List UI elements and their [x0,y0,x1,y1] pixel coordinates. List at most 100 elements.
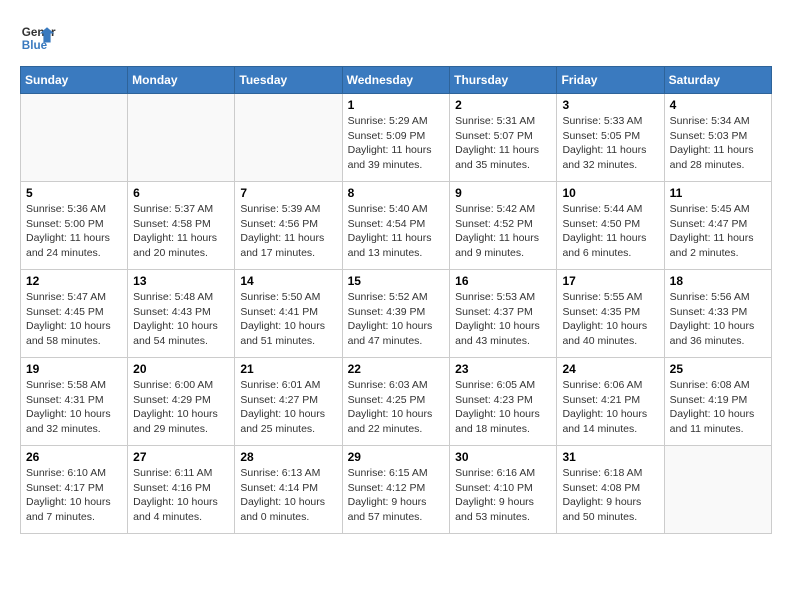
day-number: 4 [670,98,766,112]
weekday-header-wednesday: Wednesday [342,67,450,94]
logo: General Blue [20,20,56,56]
day-info: Sunrise: 6:03 AM Sunset: 4:25 PM Dayligh… [348,378,445,437]
calendar-cell: 8 Sunrise: 5:40 AM Sunset: 4:54 PM Daylig… [342,182,450,270]
day-number: 27 [133,450,229,464]
day-info: Sunrise: 5:29 AM Sunset: 5:09 PM Dayligh… [348,114,445,173]
day-info: Sunrise: 5:31 AM Sunset: 5:07 PM Dayligh… [455,114,551,173]
calendar-cell: 17Sunrise: 5:55 AM Sunset: 4:35 PM Dayli… [557,270,664,358]
week-row-1: 1 Sunrise: 5:29 AM Sunset: 5:09 PM Daylig… [21,94,772,182]
calendar-cell: 13 Sunrise: 5:48 AM Sunset: 4:43 PM Dayli… [128,270,235,358]
day-info: Sunrise: 6:15 AM Sunset: 4:12 PM Dayligh… [348,466,445,525]
day-info: Sunrise: 5:36 AM Sunset: 5:00 PM Dayligh… [26,202,122,261]
day-number: 13 [133,274,229,288]
calendar-cell [128,94,235,182]
day-number: 15 [348,274,445,288]
day-number: 3 [562,98,658,112]
week-row-5: 26 Sunrise: 6:10 AM Sunset: 4:17 PM Dayli… [21,446,772,534]
calendar-cell: 27 Sunrise: 6:11 AM Sunset: 4:16 PM Dayli… [128,446,235,534]
day-number: 25 [670,362,766,376]
day-number: 5 [26,186,122,200]
day-info: Sunrise: 6:10 AM Sunset: 4:17 PM Dayligh… [26,466,122,525]
weekday-header-friday: Friday [557,67,664,94]
calendar-cell: 7 Sunrise: 5:39 AM Sunset: 4:56 PM Daylig… [235,182,342,270]
day-info: Sunrise: 5:52 AM Sunset: 4:39 PM Dayligh… [348,290,445,349]
week-row-2: 5 Sunrise: 5:36 AM Sunset: 5:00 PM Daylig… [21,182,772,270]
day-info: Sunrise: 6:13 AM Sunset: 4:14 PM Dayligh… [240,466,336,525]
calendar-cell: 10 Sunrise: 5:44 AM Sunset: 4:50 PM Dayli… [557,182,664,270]
day-info: Sunrise: 5:55 AM Sunset: 4:35 PM Dayligh… [562,290,658,349]
calendar-cell: 29 Sunrise: 6:15 AM Sunset: 4:12 PM Dayli… [342,446,450,534]
day-number: 29 [348,450,445,464]
day-number: 19 [26,362,122,376]
day-info: Sunrise: 5:33 AM Sunset: 5:05 PM Dayligh… [562,114,658,173]
day-info: Sunrise: 6:06 AM Sunset: 4:21 PM Dayligh… [562,378,658,437]
calendar-cell: 15 Sunrise: 5:52 AM Sunset: 4:39 PM Dayli… [342,270,450,358]
week-row-4: 19 Sunrise: 5:58 AM Sunset: 4:31 PM Dayli… [21,358,772,446]
calendar-cell: 9 Sunrise: 5:42 AM Sunset: 4:52 PM Daylig… [450,182,557,270]
day-number: 16 [455,274,551,288]
day-info: Sunrise: 5:39 AM Sunset: 4:56 PM Dayligh… [240,202,336,261]
day-info: Sunrise: 5:53 AM Sunset: 4:37 PM Dayligh… [455,290,551,349]
day-number: 14 [240,274,336,288]
day-info: Sunrise: 6:08 AM Sunset: 4:19 PM Dayligh… [670,378,766,437]
day-number: 2 [455,98,551,112]
day-number: 9 [455,186,551,200]
day-info: Sunrise: 5:40 AM Sunset: 4:54 PM Dayligh… [348,202,445,261]
day-info: Sunrise: 5:34 AM Sunset: 5:03 PM Dayligh… [670,114,766,173]
day-info: Sunrise: 6:01 AM Sunset: 4:27 PM Dayligh… [240,378,336,437]
calendar-cell: 4 Sunrise: 5:34 AM Sunset: 5:03 PM Daylig… [664,94,771,182]
calendar-cell: 24 Sunrise: 6:06 AM Sunset: 4:21 PM Dayli… [557,358,664,446]
calendar-cell: 31Sunrise: 6:18 AM Sunset: 4:08 PM Dayli… [557,446,664,534]
calendar-cell: 20 Sunrise: 6:00 AM Sunset: 4:29 PM Dayli… [128,358,235,446]
calendar-cell: 19 Sunrise: 5:58 AM Sunset: 4:31 PM Dayli… [21,358,128,446]
weekday-header-saturday: Saturday [664,67,771,94]
day-number: 26 [26,450,122,464]
day-info: Sunrise: 6:16 AM Sunset: 4:10 PM Dayligh… [455,466,551,525]
day-number: 30 [455,450,551,464]
day-number: 23 [455,362,551,376]
day-info: Sunrise: 5:37 AM Sunset: 4:58 PM Dayligh… [133,202,229,261]
day-number: 21 [240,362,336,376]
calendar-cell: 11Sunrise: 5:45 AM Sunset: 4:47 PM Dayli… [664,182,771,270]
day-number: 7 [240,186,336,200]
day-info: Sunrise: 6:00 AM Sunset: 4:29 PM Dayligh… [133,378,229,437]
day-info: Sunrise: 6:05 AM Sunset: 4:23 PM Dayligh… [455,378,551,437]
calendar-cell: 6 Sunrise: 5:37 AM Sunset: 4:58 PM Daylig… [128,182,235,270]
calendar-cell: 23 Sunrise: 6:05 AM Sunset: 4:23 PM Dayli… [450,358,557,446]
day-info: Sunrise: 5:58 AM Sunset: 4:31 PM Dayligh… [26,378,122,437]
day-number: 12 [26,274,122,288]
day-info: Sunrise: 5:44 AM Sunset: 4:50 PM Dayligh… [562,202,658,261]
week-row-3: 12 Sunrise: 5:47 AM Sunset: 4:45 PM Dayli… [21,270,772,358]
day-number: 10 [562,186,658,200]
day-info: Sunrise: 6:11 AM Sunset: 4:16 PM Dayligh… [133,466,229,525]
calendar-cell: 26 Sunrise: 6:10 AM Sunset: 4:17 PM Dayli… [21,446,128,534]
calendar-cell [664,446,771,534]
day-info: Sunrise: 5:48 AM Sunset: 4:43 PM Dayligh… [133,290,229,349]
calendar-cell: 2 Sunrise: 5:31 AM Sunset: 5:07 PM Daylig… [450,94,557,182]
page-header: General Blue [20,20,772,56]
day-number: 24 [562,362,658,376]
day-number: 22 [348,362,445,376]
day-number: 8 [348,186,445,200]
calendar-cell: 18 Sunrise: 5:56 AM Sunset: 4:33 PM Dayli… [664,270,771,358]
day-number: 18 [670,274,766,288]
day-info: Sunrise: 5:47 AM Sunset: 4:45 PM Dayligh… [26,290,122,349]
day-number: 31 [562,450,658,464]
calendar-cell: 12 Sunrise: 5:47 AM Sunset: 4:45 PM Dayli… [21,270,128,358]
calendar-cell: 3 Sunrise: 5:33 AM Sunset: 5:05 PM Daylig… [557,94,664,182]
calendar-cell: 21 Sunrise: 6:01 AM Sunset: 4:27 PM Dayli… [235,358,342,446]
day-info: Sunrise: 5:50 AM Sunset: 4:41 PM Dayligh… [240,290,336,349]
day-number: 28 [240,450,336,464]
day-number: 1 [348,98,445,112]
weekday-header-tuesday: Tuesday [235,67,342,94]
day-number: 11 [670,186,766,200]
day-number: 20 [133,362,229,376]
day-number: 6 [133,186,229,200]
day-info: Sunrise: 5:42 AM Sunset: 4:52 PM Dayligh… [455,202,551,261]
day-info: Sunrise: 5:56 AM Sunset: 4:33 PM Dayligh… [670,290,766,349]
calendar-cell: 30 Sunrise: 6:16 AM Sunset: 4:10 PM Dayli… [450,446,557,534]
weekday-header-sunday: Sunday [21,67,128,94]
calendar-table: SundayMondayTuesdayWednesdayThursdayFrid… [20,66,772,534]
logo-icon: General Blue [20,20,56,56]
calendar-cell: 1 Sunrise: 5:29 AM Sunset: 5:09 PM Daylig… [342,94,450,182]
